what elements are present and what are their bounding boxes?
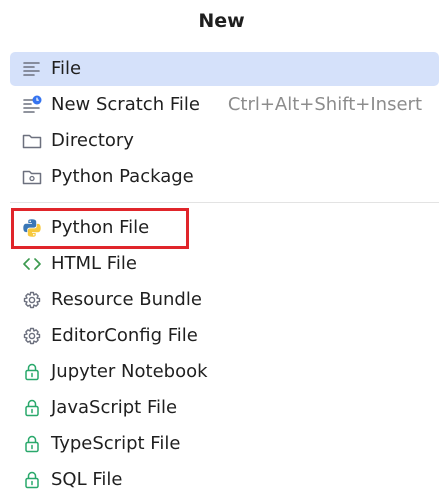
menu-item-label: SQL File — [51, 469, 123, 490]
menu-separator — [10, 202, 439, 203]
menu-item-python-package[interactable]: Python Package — [10, 160, 439, 194]
menu-item-jupyter-notebook[interactable]: Jupyter Notebook — [10, 355, 439, 389]
file-lines-icon — [22, 59, 42, 79]
menu-item-label: Jupyter Notebook — [51, 361, 208, 382]
folder-icon — [22, 131, 42, 151]
shortcut-label: Ctrl+Alt+Shift+Insert — [227, 94, 422, 115]
menu-item-python-file[interactable]: Python File — [10, 211, 439, 245]
menu-item-label: HTML File — [51, 253, 137, 274]
menu-item-file[interactable]: File — [10, 52, 439, 86]
scratch-file-icon — [22, 95, 42, 115]
menu-item-new-scratch-file[interactable]: New Scratch File Ctrl+Alt+Shift+Insert — [10, 88, 439, 122]
gear-icon — [22, 326, 42, 346]
python-icon — [22, 218, 42, 238]
menu-item-label: Resource Bundle — [51, 289, 202, 310]
menu-item-javascript-file[interactable]: JavaScript File — [10, 391, 439, 425]
gear-icon — [22, 290, 42, 310]
menu-item-label: Directory — [51, 130, 134, 151]
menu-item-typescript-file[interactable]: TypeScript File — [10, 427, 439, 461]
menu-item-html-file[interactable]: HTML File — [10, 247, 439, 281]
menu-item-label: EditorConfig File — [51, 325, 198, 346]
menu-title: New — [198, 10, 245, 32]
menu-item-directory[interactable]: Directory — [10, 124, 439, 158]
menu-item-label: New Scratch File — [51, 94, 200, 115]
menu-item-label: JavaScript File — [51, 397, 178, 418]
menu-item-label: Python File — [51, 217, 150, 238]
menu-item-resource-bundle[interactable]: Resource Bundle — [10, 283, 439, 317]
lock-icon — [22, 434, 42, 454]
lock-icon — [22, 362, 42, 382]
html-code-icon — [22, 254, 42, 274]
menu-item-label: Python Package — [51, 166, 194, 187]
menu-item-editorconfig-file[interactable]: EditorConfig File — [10, 319, 439, 353]
menu-item-label: File — [51, 58, 82, 79]
menu-item-label: TypeScript File — [51, 433, 181, 454]
lock-icon — [22, 398, 42, 418]
package-folder-icon — [22, 167, 42, 187]
lock-icon — [22, 470, 42, 490]
